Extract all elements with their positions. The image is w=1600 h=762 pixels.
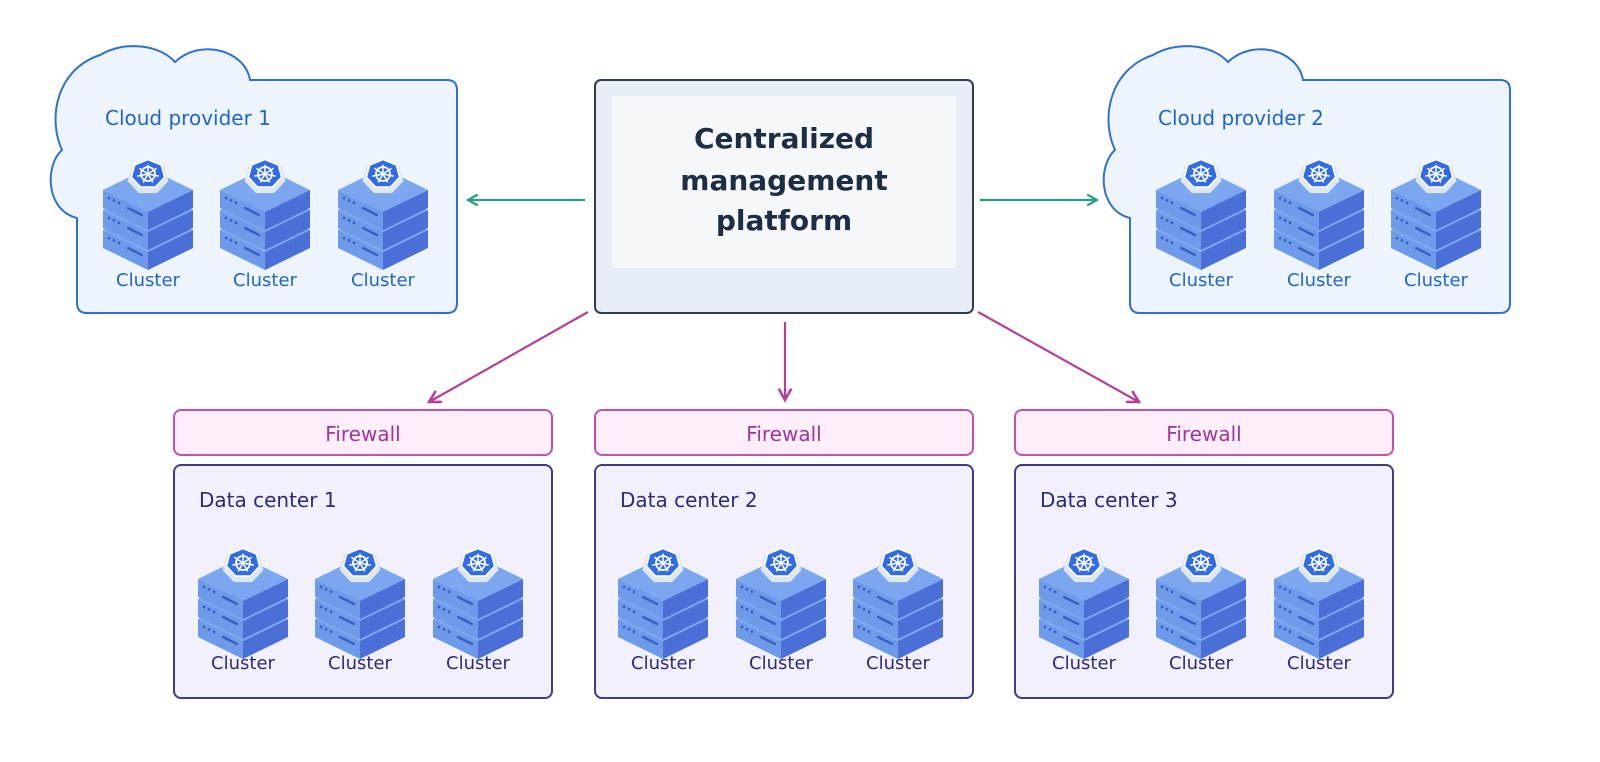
arrow-to-data-center-1 — [429, 311, 589, 402]
cluster-group: Cluster Cluster Cluster — [103, 158, 428, 291]
cluster-label: Cluster — [866, 653, 930, 674]
cluster-label: Cluster — [116, 270, 180, 291]
cluster-group: Cluster Cluster Cluster — [1039, 547, 1364, 674]
cloud-provider-label: Cloud provider 1 — [105, 106, 271, 130]
cluster-label: Cluster — [328, 653, 392, 674]
cluster-label: Cluster — [1169, 653, 1233, 674]
firewall-label: Firewall — [325, 422, 400, 446]
cluster-label: Cluster — [749, 653, 813, 674]
cluster-label: Cluster — [211, 653, 275, 674]
firewall-label: Firewall — [1166, 422, 1241, 446]
firewall-label: Firewall — [746, 422, 821, 446]
data-center-label: Data center 1 — [199, 488, 337, 512]
cloud-provider-label: Cloud provider 2 — [1158, 106, 1324, 130]
cluster-label: Cluster — [1287, 653, 1351, 674]
data-center-label: Data center 3 — [1040, 488, 1178, 512]
data-center-1: Firewall Data center 1 Cluster Cluster Clu… — [173, 409, 553, 699]
cluster-label: Cluster — [1052, 653, 1116, 674]
data-center-2: Firewall Data center 2 Cluster Cluster Clu… — [594, 409, 974, 699]
data-center-3: Firewall Data center 3 Cluster Cluster Clu… — [1014, 409, 1394, 699]
platform-title-line: Centralized — [694, 122, 874, 155]
cluster-group: Cluster Cluster Cluster — [1156, 158, 1481, 291]
cluster-label: Cluster — [1404, 270, 1468, 291]
cluster-group: Cluster Cluster Cluster — [198, 547, 523, 674]
cloud-provider-1: Cloud provider 1 Cluster Cluster Cluster — [49, 45, 458, 314]
cluster-label: Cluster — [631, 653, 695, 674]
cluster-label: Cluster — [446, 653, 510, 674]
cluster-label: Cluster — [1169, 270, 1233, 291]
centralized-management-platform: Centralized management platform — [594, 79, 974, 314]
cluster-label: Cluster — [351, 270, 415, 291]
cloud-provider-2: Cloud provider 2 Cluster Cluster Cluster — [1102, 45, 1511, 314]
arrow-to-data-center-3 — [977, 311, 1139, 402]
platform-title-line: platform — [716, 204, 852, 237]
data-center-label: Data center 2 — [620, 488, 758, 512]
platform-title-line: management — [680, 164, 887, 197]
cluster-label: Cluster — [1287, 270, 1351, 291]
cluster-group: Cluster Cluster Cluster — [618, 547, 943, 674]
diagram-canvas: Cloud provider 1 Cluster Cluster Cluster C… — [49, 45, 1511, 699]
cluster-label: Cluster — [233, 270, 297, 291]
